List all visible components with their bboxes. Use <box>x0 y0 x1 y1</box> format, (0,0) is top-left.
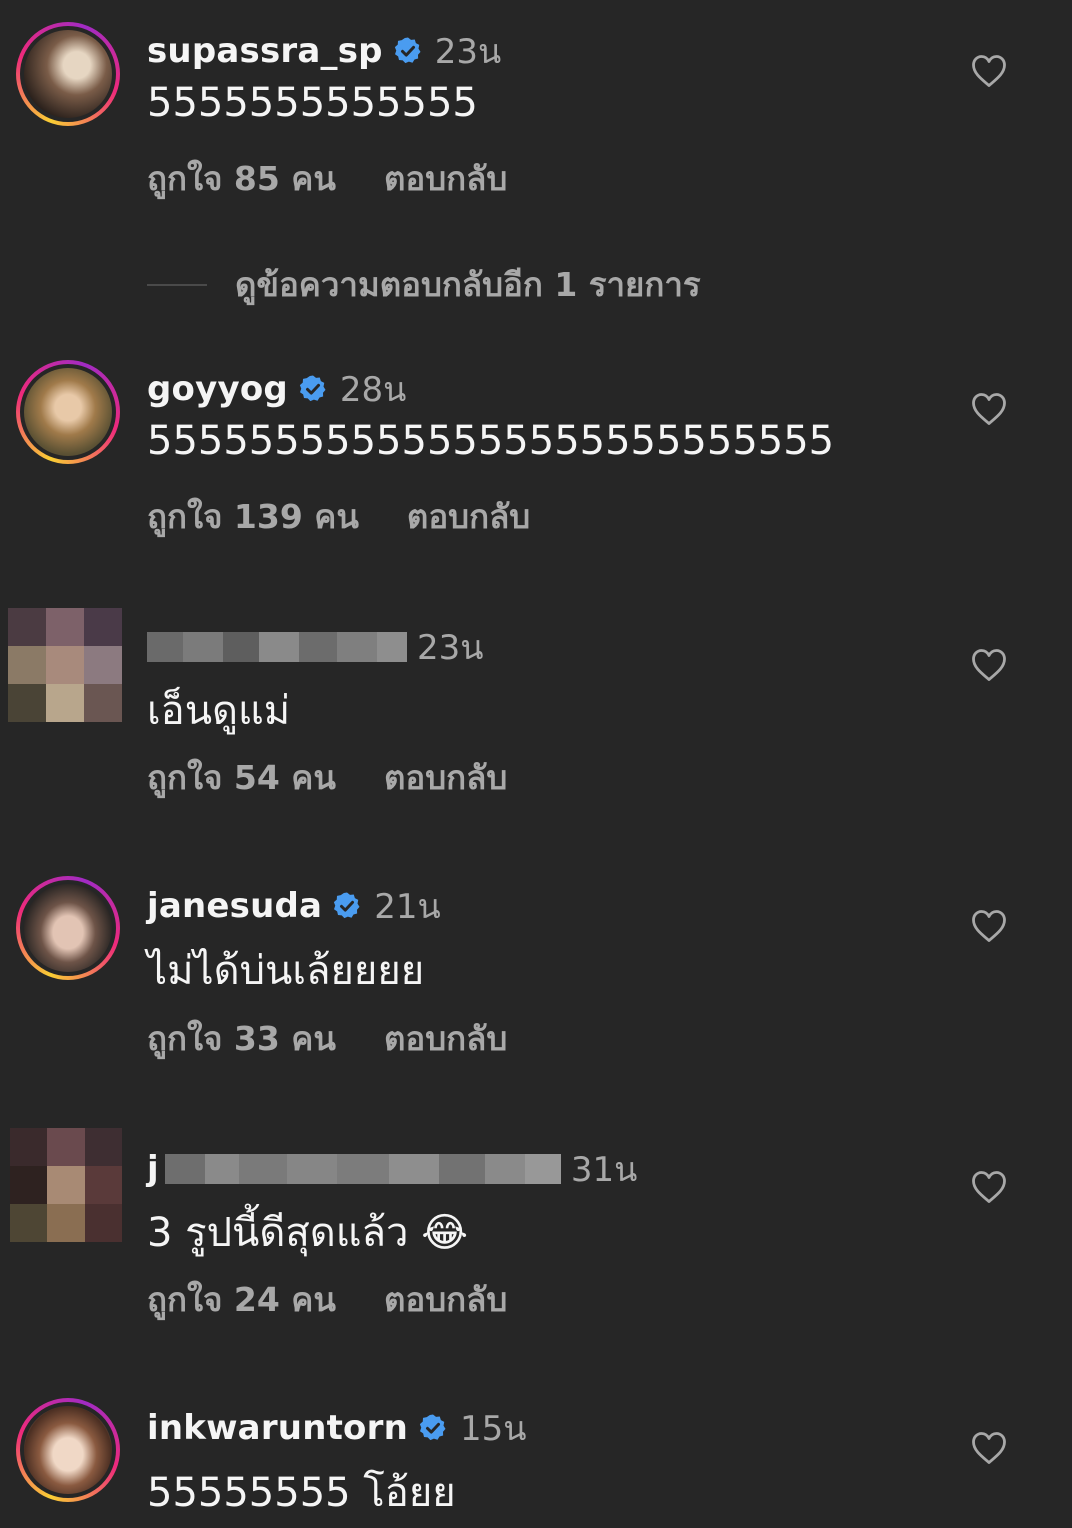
like-count[interactable]: ถูกใจ 85 คน <box>147 152 336 205</box>
comment-text: เอ็นดูแม่ <box>147 688 291 734</box>
avatar[interactable] <box>8 608 122 722</box>
heart-outline-icon[interactable] <box>971 54 1007 88</box>
comment-username[interactable]: supassra_sp <box>147 31 383 71</box>
view-replies-label: ดูข้อความตอบกลับอีก 1 รายการ <box>235 265 701 304</box>
comment-timestamp: 31น <box>570 1150 638 1190</box>
like-count[interactable]: ถูกใจ 24 คน <box>147 1273 336 1326</box>
comment-username[interactable]: j <box>147 1149 159 1189</box>
comment-text: 3 รูปนี้ดีสุดแล้ว 😂 <box>147 1210 468 1256</box>
heart-outline-icon[interactable] <box>971 392 1007 426</box>
reply-button[interactable]: ตอบกลับ <box>384 1012 507 1065</box>
replies-divider <box>147 283 207 286</box>
comment-username[interactable]: goyyog <box>147 369 288 409</box>
comment-username[interactable]: inkwaruntorn <box>147 1408 408 1448</box>
heart-outline-icon[interactable] <box>971 1431 1007 1465</box>
comment-text: ไม่ได้บ่นเล้ยยยย <box>147 948 425 994</box>
reply-button[interactable]: ตอบกลับ <box>384 152 507 205</box>
verified-badge-icon <box>298 374 328 404</box>
verified-badge-icon <box>393 36 423 66</box>
verified-badge-icon <box>332 891 362 921</box>
like-count[interactable]: ถูกใจ 54 คน <box>147 751 336 804</box>
like-count[interactable]: ถูกใจ 139 คน <box>147 490 359 543</box>
comment-text: 555555555555555555555555555 <box>147 418 835 464</box>
reply-button[interactable]: ตอบกลับ <box>384 751 507 804</box>
blurred-username[interactable] <box>164 1154 561 1184</box>
blurred-username[interactable] <box>147 632 407 662</box>
reply-button[interactable]: ตอบกลับ <box>407 490 530 543</box>
heart-outline-icon[interactable] <box>971 648 1007 682</box>
comment-timestamp: 15น <box>460 1409 527 1449</box>
reply-button[interactable]: ตอบกลับ <box>384 1273 507 1326</box>
avatar[interactable] <box>16 360 120 464</box>
comment-text: 55555555 โอ้ยย <box>147 1470 456 1516</box>
avatar[interactable] <box>10 1128 122 1242</box>
heart-outline-icon[interactable] <box>971 1170 1007 1204</box>
avatar[interactable] <box>16 876 120 980</box>
comment-timestamp: 21น <box>374 887 441 927</box>
like-count[interactable]: ถูกใจ 33 คน <box>147 1012 336 1065</box>
avatar[interactable] <box>16 1398 120 1502</box>
heart-outline-icon[interactable] <box>971 909 1007 943</box>
verified-badge-icon <box>418 1413 448 1443</box>
comment-timestamp: 28น <box>339 370 407 410</box>
comment-timestamp: 23น <box>434 32 502 72</box>
comment-username[interactable]: janesuda <box>147 886 322 926</box>
avatar[interactable] <box>16 22 120 126</box>
comment-text: 5555555555555 <box>147 80 478 126</box>
view-replies-button[interactable]: ดูข้อความตอบกลับอีก 1 รายการ <box>147 258 701 311</box>
comment-timestamp: 23น <box>417 628 484 668</box>
